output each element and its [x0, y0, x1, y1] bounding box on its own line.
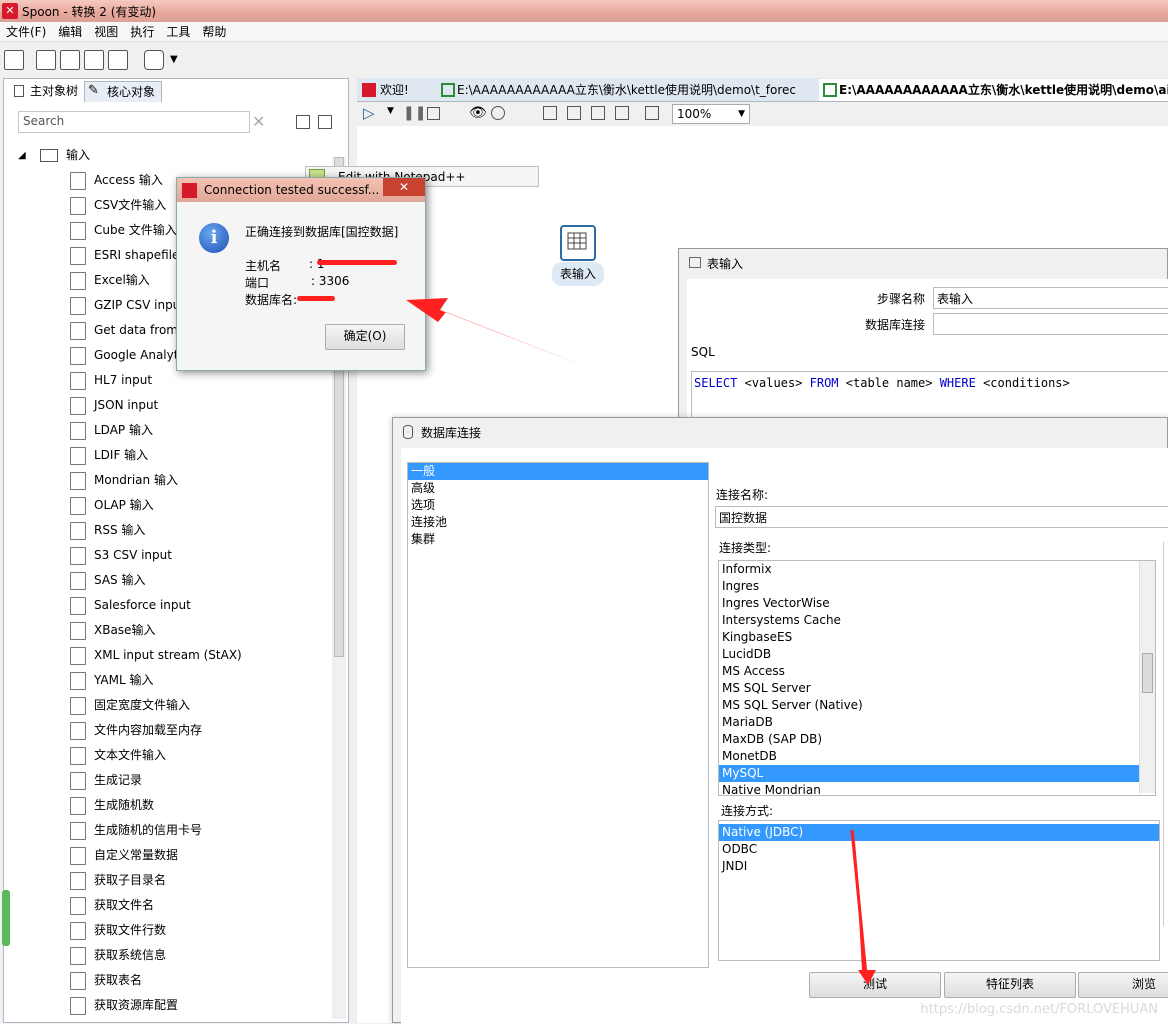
annotation-arrow-shaft — [850, 829, 868, 976]
annotation-arrow-to-dialog — [406, 298, 584, 366]
watermark: https://blog.csdn.net/FORLOVEHUAN — [920, 1002, 1158, 1017]
annotation-overlay — [406, 298, 876, 985]
